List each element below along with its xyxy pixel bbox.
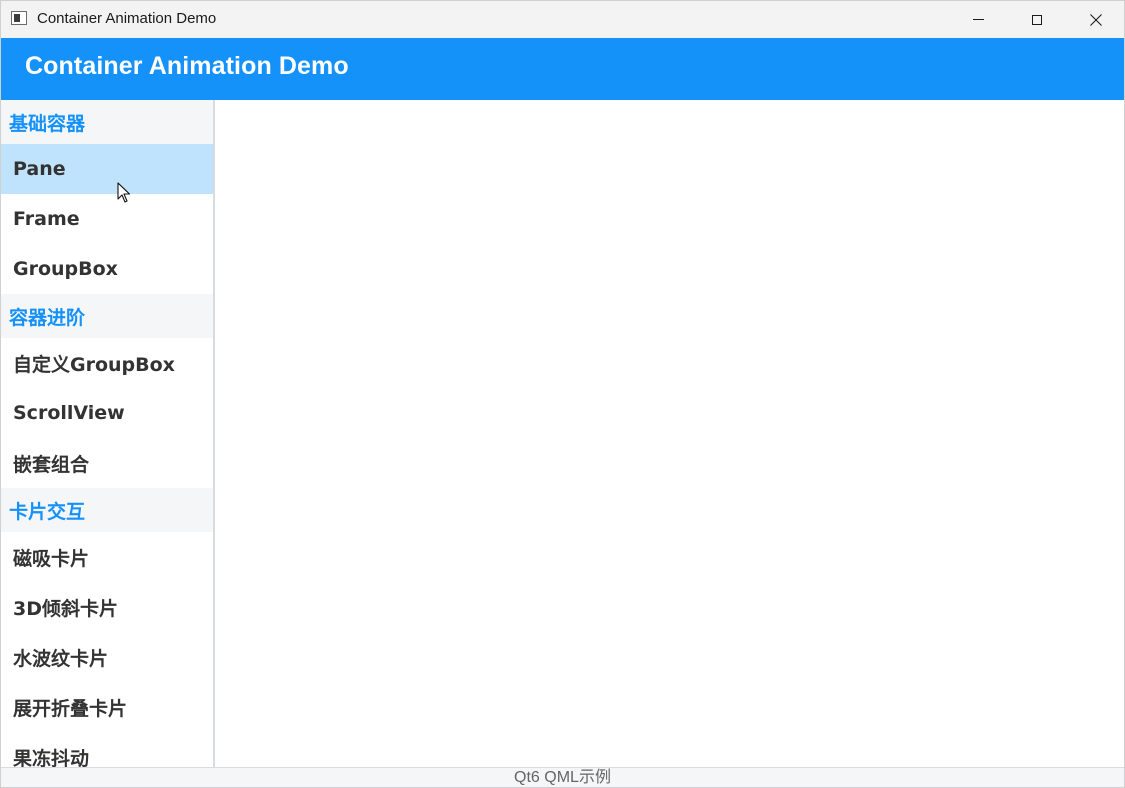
maximize-icon	[1032, 14, 1042, 25]
title-bar[interactable]: Container Animation Demo	[1, 1, 1124, 38]
mouse-pointer-icon	[117, 182, 131, 203]
sidebar-nav[interactable]: 基础容器 Pane Frame GroupBox 容器进阶 自定义GroupBo…	[1, 100, 213, 767]
app-header: Container Animation Demo	[1, 38, 1124, 100]
close-icon	[1090, 13, 1102, 26]
sidebar-item-pane[interactable]: Pane	[1, 144, 213, 194]
maximize-button[interactable]	[1008, 1, 1066, 38]
content-area	[215, 100, 1124, 767]
sidebar-item-jelly-shake[interactable]: 果冻抖动	[1, 732, 213, 768]
group-header-basic-containers: 基础容器	[1, 100, 213, 144]
sidebar-item-ripple-card[interactable]: 水波纹卡片	[1, 632, 213, 682]
minimize-icon	[972, 19, 984, 20]
group-header-card-interaction: 卡片交互	[1, 488, 213, 532]
app-window: Container Animation Demo Container Anima…	[0, 0, 1125, 788]
status-footer: Qt6 QML示例	[1, 767, 1124, 787]
sidebar-item-nested-combination[interactable]: 嵌套组合	[1, 438, 213, 488]
app-icon	[11, 11, 27, 25]
sidebar-item-magnetic-card[interactable]: 磁吸卡片	[1, 532, 213, 582]
minimize-button[interactable]	[949, 1, 1007, 38]
group-header-advanced-containers: 容器进阶	[1, 294, 213, 338]
sidebar-item-frame[interactable]: Frame	[1, 194, 213, 244]
sidebar-item-groupbox[interactable]: GroupBox	[1, 244, 213, 294]
sidebar-item-3d-tilt-card[interactable]: 3D倾斜卡片	[1, 582, 213, 632]
sidebar-item-custom-groupbox[interactable]: 自定义GroupBox	[1, 338, 213, 388]
sidebar-item-expand-collapse-card[interactable]: 展开折叠卡片	[1, 682, 213, 732]
header-title: Container Animation Demo	[25, 52, 349, 80]
close-button[interactable]	[1067, 1, 1124, 38]
window-title: Container Animation Demo	[37, 10, 217, 27]
sidebar-item-scrollview[interactable]: ScrollView	[1, 388, 213, 438]
